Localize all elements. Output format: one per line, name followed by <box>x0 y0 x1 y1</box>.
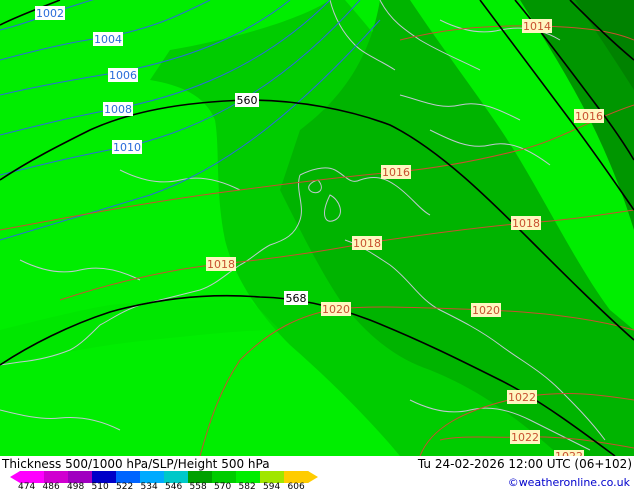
scale-tick-label: 510 <box>91 482 109 492</box>
scale-arrow-right <box>308 471 318 483</box>
isobar-label-1022: 1022 <box>511 431 539 444</box>
scale-tick-label: 558 <box>189 482 207 492</box>
isobar-label-1016: 1016 <box>382 166 410 179</box>
scale-tick-label: 534 <box>140 482 158 492</box>
isobar-label-1020: 1020 <box>472 304 500 317</box>
height-label-560: 560 <box>237 94 258 107</box>
isobar-label-1002: 1002 <box>36 7 64 20</box>
credit: ©weatheronline.co.uk <box>507 476 630 489</box>
isobar-label-1020: 1020 <box>322 303 350 316</box>
isobar-label-1018: 1018 <box>512 217 540 230</box>
weather-map: 1002 1004 1006 1008 1010 1014 1016 1016 … <box>0 0 634 463</box>
scale-tick-label: 486 <box>42 482 60 492</box>
isobar-label-1018: 1018 <box>207 258 235 271</box>
scale-tick-label: 582 <box>238 482 256 492</box>
isobar-label-1008: 1008 <box>104 103 132 116</box>
isobar-label-1014: 1014 <box>523 20 551 33</box>
scale-tick-label: 522 <box>116 482 134 492</box>
isobar-label-1022: 1022 <box>508 391 536 404</box>
scale-tick-label: 546 <box>165 482 183 492</box>
scale-tick-label: 498 <box>67 482 85 492</box>
scale-tick-label: 606 <box>287 482 305 492</box>
forecast-datetime: Tu 24-02-2026 12:00 UTC (06+102) <box>417 457 632 471</box>
isobar-label-1010: 1010 <box>113 141 141 154</box>
map-canvas: 1002 1004 1006 1008 1010 1014 1016 1016 … <box>0 0 634 463</box>
scale-tick-label: 570 <box>214 482 232 492</box>
isobar-label-1016: 1016 <box>575 110 603 123</box>
map-title: Thickness 500/1000 hPa/SLP/Height 500 hP… <box>2 457 270 471</box>
isobar-label-1006: 1006 <box>109 69 137 82</box>
map-footer: Thickness 500/1000 hPa/SLP/Height 500 hP… <box>0 456 634 492</box>
isobar-label-1018: 1018 <box>353 237 381 250</box>
isobar-label-1004: 1004 <box>94 33 122 46</box>
scale-tick-label: 594 <box>263 482 281 492</box>
height-label-568: 568 <box>286 292 307 305</box>
scale-tick-label: 474 <box>18 482 36 492</box>
